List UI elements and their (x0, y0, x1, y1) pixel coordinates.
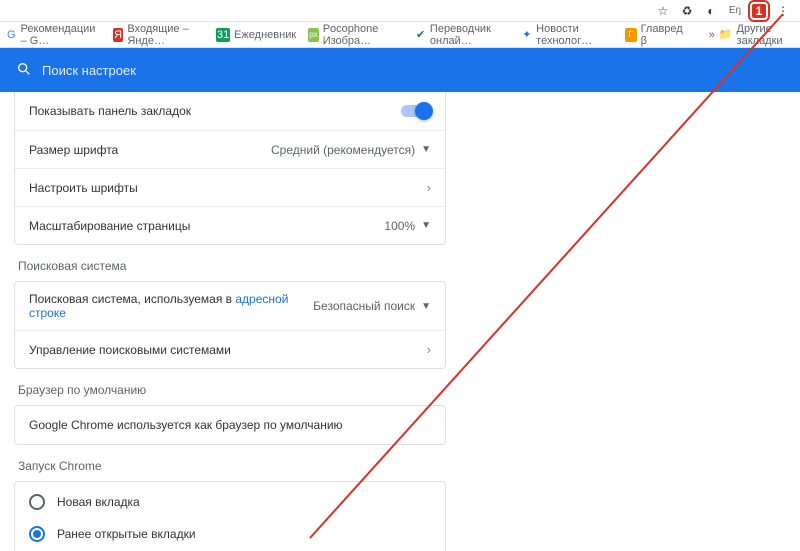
radio-icon (29, 526, 45, 542)
bookmark-label: Новости технолог… (536, 23, 612, 47)
bookmark-label: Pocophone Изобра… (323, 23, 404, 47)
menu-icon[interactable]: ⋮ (776, 4, 790, 18)
dropdown-value: Безопасный поиск (313, 299, 415, 313)
favicon-icon: ✔ (415, 28, 426, 42)
caret-down-icon: ▼ (421, 220, 431, 231)
lang-icon[interactable]: Eŋ (728, 4, 742, 18)
show-bookmarks-bar-row: Показывать панель закладок (15, 92, 445, 130)
favicon-icon: px (308, 28, 319, 42)
bookmark-item[interactable]: ✦ Новости технолог… (522, 23, 613, 47)
row-label: Показывать панель закладок (29, 104, 401, 118)
search-input[interactable] (42, 63, 302, 78)
customize-fonts-row[interactable]: Настроить шрифты › (15, 168, 445, 206)
other-bookmarks-folder[interactable]: » 📁 Другие закладки (709, 23, 794, 47)
dropdown-value: Средний (рекомендуется) (271, 143, 415, 157)
startup-option-new-tab[interactable]: Новая вкладка (15, 486, 445, 518)
default-browser-row: Google Chrome используется как браузер п… (15, 406, 445, 444)
chevron-right-icon: › (427, 180, 431, 195)
search-icon (16, 61, 32, 80)
search-engine-row: Поисковая система, используемая в адресн… (15, 282, 445, 330)
row-label: Google Chrome используется как браузер п… (29, 418, 431, 432)
dropdown-value: 100% (384, 219, 415, 233)
recycle-icon[interactable]: ♻ (680, 4, 694, 18)
startup-option-continue[interactable]: Ранее открытые вкладки (15, 518, 445, 550)
font-size-dropdown[interactable]: Средний (рекомендуется) ▼ (271, 143, 431, 157)
radio-icon (29, 494, 45, 510)
startup-section-title: Запуск Chrome (18, 459, 460, 473)
caret-down-icon: ▼ (421, 301, 431, 312)
bookmark-item[interactable]: px Pocophone Изобра… (308, 23, 403, 47)
favicon-icon: 31 (216, 28, 230, 42)
bookmarks-bar: G Рекомендации – G… Я Входящие – Янде… 3… (0, 22, 800, 48)
row-label: Поисковая система, используемая в адресн… (29, 292, 313, 320)
caret-down-icon: ▼ (421, 144, 431, 155)
favicon-icon: ✦ (522, 28, 533, 42)
row-label: Настроить шрифты (29, 181, 427, 195)
bookmark-label: Главред β (641, 23, 685, 47)
radio-label: Ранее открытые вкладки (57, 527, 196, 541)
bookmark-label: Рекомендации – G… (21, 23, 101, 47)
search-engine-section-title: Поисковая система (18, 259, 460, 273)
folder-icon: 📁 (719, 28, 733, 41)
bookmark-label: Переводчик онлай… (430, 23, 510, 47)
radio-label: Новая вкладка (57, 495, 140, 509)
manage-search-engines-row[interactable]: Управление поисковыми системами › (15, 330, 445, 368)
row-label: Управление поисковыми системами (29, 343, 427, 357)
favicon-icon: G (6, 28, 17, 42)
bookmark-item[interactable]: Я Входящие – Янде… (113, 23, 204, 47)
search-engine-dropdown[interactable]: Безопасный поиск ▼ (313, 299, 431, 313)
favicon-icon: Г (625, 28, 637, 42)
default-browser-card: Google Chrome используется как браузер п… (14, 405, 446, 445)
extension-badge[interactable]: 1 (752, 4, 766, 18)
bookmark-item[interactable]: Г Главред β (625, 23, 685, 47)
other-bookmarks-label: Другие закладки (737, 23, 794, 47)
appearance-card: Показывать панель закладок Размер шрифта… (14, 92, 446, 245)
page-zoom-row: Масштабирование страницы 100% ▼ (15, 206, 445, 244)
chevron-right-icon: › (427, 342, 431, 357)
default-browser-section-title: Браузер по умолчанию (18, 383, 460, 397)
bookmark-label: Ежедневник (234, 29, 296, 41)
bookmark-label: Входящие – Янде… (127, 23, 204, 47)
contrast-icon[interactable]: ◐ (704, 4, 718, 18)
favicon-icon: Я (113, 28, 124, 42)
page-zoom-dropdown[interactable]: 100% ▼ (384, 219, 431, 233)
bookmark-item[interactable]: ✔ Переводчик онлай… (415, 23, 509, 47)
startup-card: Новая вкладка Ранее открытые вкладки Зад… (14, 481, 446, 551)
bookmark-item[interactable]: G Рекомендации – G… (6, 23, 101, 47)
star-icon[interactable]: ☆ (656, 4, 670, 18)
extensions-toolbar: ☆ ♻ ◐ Eŋ 1 ⋮ (0, 0, 800, 22)
row-text: Поисковая система, используемая в (29, 292, 235, 306)
bookmark-item[interactable]: 31 Ежедневник (216, 28, 296, 42)
row-label: Размер шрифта (29, 143, 271, 157)
font-size-row: Размер шрифта Средний (рекомендуется) ▼ (15, 130, 445, 168)
row-label: Масштабирование страницы (29, 219, 384, 233)
settings-content: Показывать панель закладок Размер шрифта… (0, 92, 800, 551)
settings-search-header (0, 48, 800, 92)
search-engine-card: Поисковая система, используемая в адресн… (14, 281, 446, 369)
bookmarks-bar-toggle[interactable] (401, 105, 431, 117)
chevron-right-icon: » (709, 29, 715, 41)
